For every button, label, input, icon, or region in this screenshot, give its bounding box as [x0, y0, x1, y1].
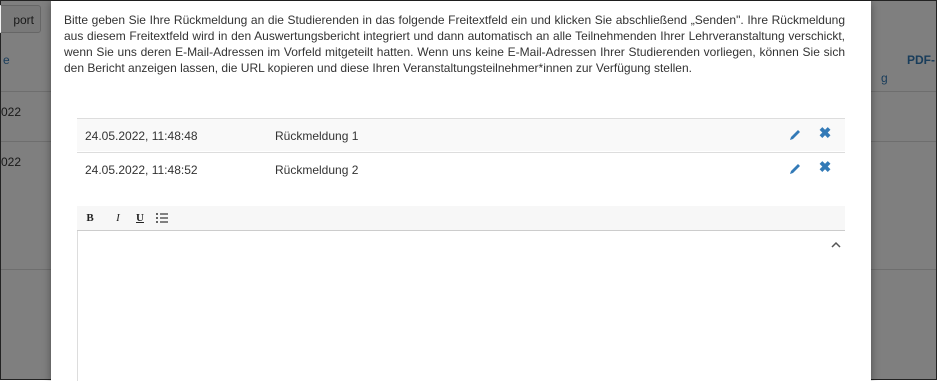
bold-button[interactable]: B — [83, 211, 97, 225]
close-icon[interactable]: ✖ — [817, 126, 833, 142]
list-icon[interactable] — [155, 211, 169, 225]
feedback-date: 24.05.2022, 11:48:48 — [85, 129, 198, 143]
feedback-textarea[interactable] — [77, 231, 845, 381]
close-icon[interactable]: ✖ — [817, 160, 833, 176]
instructions-text: Bitte geben Sie Ihre Rückmeldung an die … — [64, 13, 845, 75]
italic-button[interactable]: I — [111, 211, 125, 225]
feedback-label: Rückmeldung 2 — [275, 163, 359, 177]
editor-toolbar: B I U — [77, 206, 845, 231]
feedback-list-item: 24.05.2022, 11:48:48 Rückmeldung 1 ✖ — [77, 118, 845, 151]
feedback-date: 24.05.2022, 11:48:52 — [85, 163, 198, 177]
feedback-label: Rückmeldung 1 — [275, 129, 359, 143]
underline-button[interactable]: U — [133, 211, 147, 225]
pencil-icon[interactable] — [787, 127, 803, 143]
rich-text-editor: B I U — [77, 206, 845, 381]
feedback-list-item: 24.05.2022, 11:48:52 Rückmeldung 2 ✖ — [77, 152, 845, 185]
feedback-modal: Bitte geben Sie Ihre Rückmeldung an die … — [51, 1, 871, 381]
scroll-up-icon[interactable] — [831, 237, 841, 248]
pencil-icon[interactable] — [787, 161, 803, 177]
